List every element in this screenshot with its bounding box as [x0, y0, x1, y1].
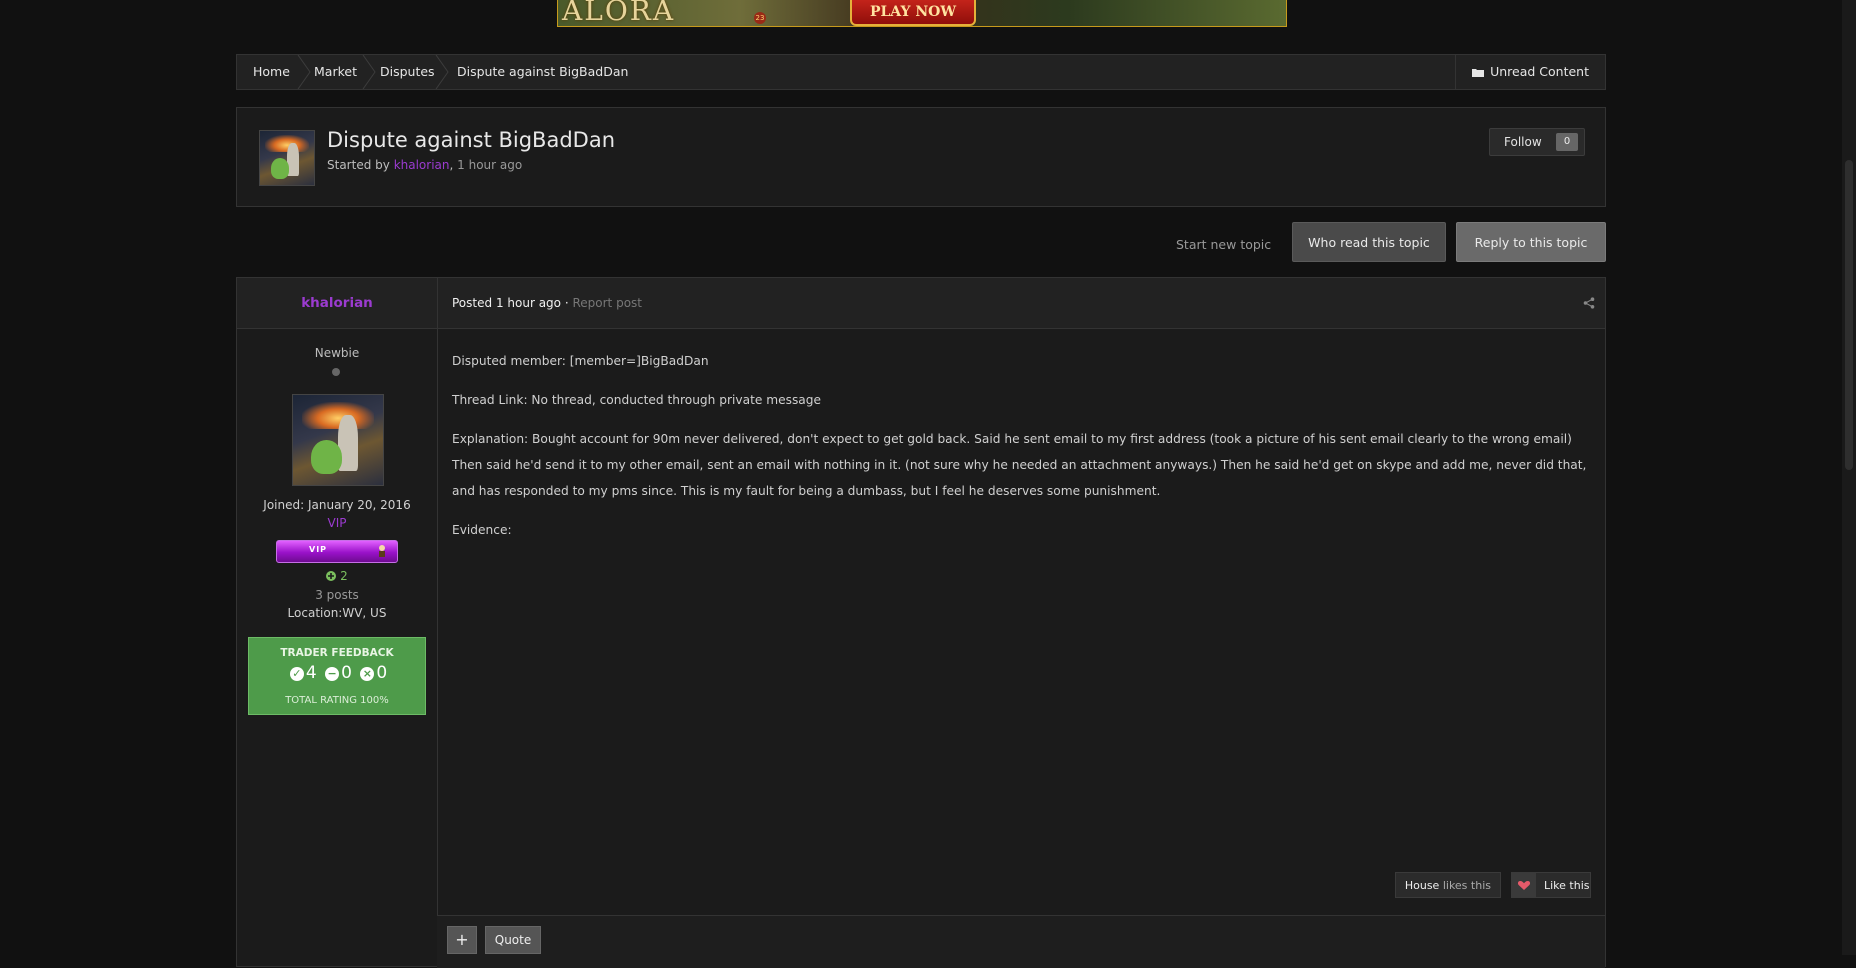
unread-content-link[interactable]: Unread Content	[1455, 55, 1605, 89]
feedback-neutral: 0	[341, 663, 352, 683]
feedback-negative: 0	[376, 663, 388, 683]
member-rank: Newbie	[314, 346, 360, 360]
breadcrumb-current: Dispute against BigBadDan	[457, 64, 629, 79]
post-paragraph: Evidence:	[452, 523, 512, 537]
x-circle-icon: ×	[360, 667, 375, 681]
breadcrumb-home[interactable]: Home	[253, 55, 290, 89]
vip-badge-text: VIP	[309, 545, 328, 554]
post-paragraph: Disputed member: [member=]BigBadDan	[452, 354, 709, 368]
like-button[interactable]: Like this	[1511, 872, 1591, 898]
posted-label: Posted	[452, 296, 493, 310]
post-body: Disputed member: [member=]BigBadDan Thre…	[452, 348, 1592, 556]
topic-meta: Started by khalorian, 1 hour ago	[327, 158, 523, 172]
scrollbar[interactable]	[1842, 0, 1856, 955]
meta-separator: ·	[564, 296, 569, 310]
heart-icon	[1512, 873, 1536, 897]
topic-author-link[interactable]: khalorian	[394, 158, 450, 172]
who-read-button[interactable]: Who read this topic	[1292, 222, 1446, 262]
member-group: VIP	[327, 516, 347, 530]
reputation: 2	[237, 569, 437, 583]
reply-button[interactable]: Reply to this topic	[1456, 222, 1606, 262]
joined-date: Joined: January 20, 2016	[263, 498, 411, 512]
page-title: Dispute against BigBadDan	[327, 128, 616, 152]
banner-ad[interactable]: ALORA 23 PLAY NOW	[557, 0, 1287, 27]
feedback-counts: ✓ 4 −0 × 0	[249, 662, 425, 684]
check-circle-icon: ✓	[289, 667, 304, 681]
feedback-total: TOTAL RATING 100%	[285, 695, 389, 706]
topic-time: 1 hour ago	[457, 158, 523, 172]
post: Posted 1 hour ago · Report post khaloria…	[236, 277, 1606, 968]
follow-label: Follow	[1504, 135, 1542, 149]
banner-play-button[interactable]: PLAY NOW	[850, 0, 976, 26]
start-new-topic-link[interactable]: Start new topic	[1176, 237, 1271, 252]
started-by-label: Started by	[327, 158, 390, 172]
topic-header: Dispute against BigBadDan Started by kha…	[236, 107, 1606, 207]
share-icon[interactable]	[1583, 297, 1595, 309]
follow-count-badge: 0	[1556, 133, 1578, 151]
post-author-link[interactable]: khalorian	[237, 295, 437, 311]
folder-icon	[1472, 69, 1485, 77]
location: Location:WV, US	[287, 606, 387, 620]
unread-content-label: Unread Content	[1490, 64, 1589, 79]
post-footer: + Quote	[437, 915, 1605, 968]
trader-feedback-box[interactable]: TRADER FEEDBACK ✓ 4 −0 × 0 TOTAL RATING 10…	[248, 637, 426, 715]
feedback-positive: 4	[305, 663, 317, 683]
plus-circle-icon	[326, 571, 337, 581]
like-label: Like this	[1544, 879, 1590, 892]
minus-circle-icon: −	[325, 667, 340, 681]
author-column: khalorian Newbie Joined: January 20, 201…	[237, 278, 438, 966]
breadcrumb: Home Market Disputes Dispute against Big…	[236, 54, 1606, 90]
follow-button[interactable]: Follow 0	[1489, 128, 1585, 156]
posted-time[interactable]: 1 hour ago	[496, 296, 561, 310]
likes-summary[interactable]: House likes this	[1394, 872, 1501, 898]
post-count: 3 posts	[315, 588, 359, 602]
reputation-count: 2	[340, 569, 348, 583]
breadcrumb-market[interactable]: Market	[314, 55, 357, 89]
post-paragraph: Thread Link: No thread, conducted throug…	[452, 393, 821, 407]
avatar[interactable]	[259, 130, 315, 186]
post-header: Posted 1 hour ago · Report post	[237, 278, 1605, 329]
multiquote-button[interactable]: +	[447, 926, 477, 954]
post-meta: Posted 1 hour ago · Report post	[452, 296, 642, 310]
liker-name: House	[1404, 879, 1440, 892]
report-post-link[interactable]: Report post	[572, 296, 642, 310]
banner-logo: ALORA	[562, 0, 676, 27]
likes-suffix: likes this	[1442, 879, 1491, 892]
breadcrumb-separator	[297, 55, 311, 89]
author-avatar[interactable]	[292, 394, 384, 486]
banner-badge: 23	[754, 12, 766, 24]
vip-character-icon	[379, 545, 385, 557]
vip-badge: VIP	[276, 540, 398, 563]
breadcrumb-separator	[435, 55, 449, 89]
scrollbar-thumb[interactable]	[1845, 160, 1853, 470]
online-status-icon	[332, 368, 340, 376]
feedback-title: TRADER FEEDBACK	[280, 647, 394, 659]
breadcrumb-disputes[interactable]: Disputes	[380, 55, 435, 89]
post-paragraph: Explanation: Bought account for 90m neve…	[452, 432, 1587, 498]
quote-button[interactable]: Quote	[485, 926, 541, 954]
breadcrumb-separator	[362, 55, 376, 89]
